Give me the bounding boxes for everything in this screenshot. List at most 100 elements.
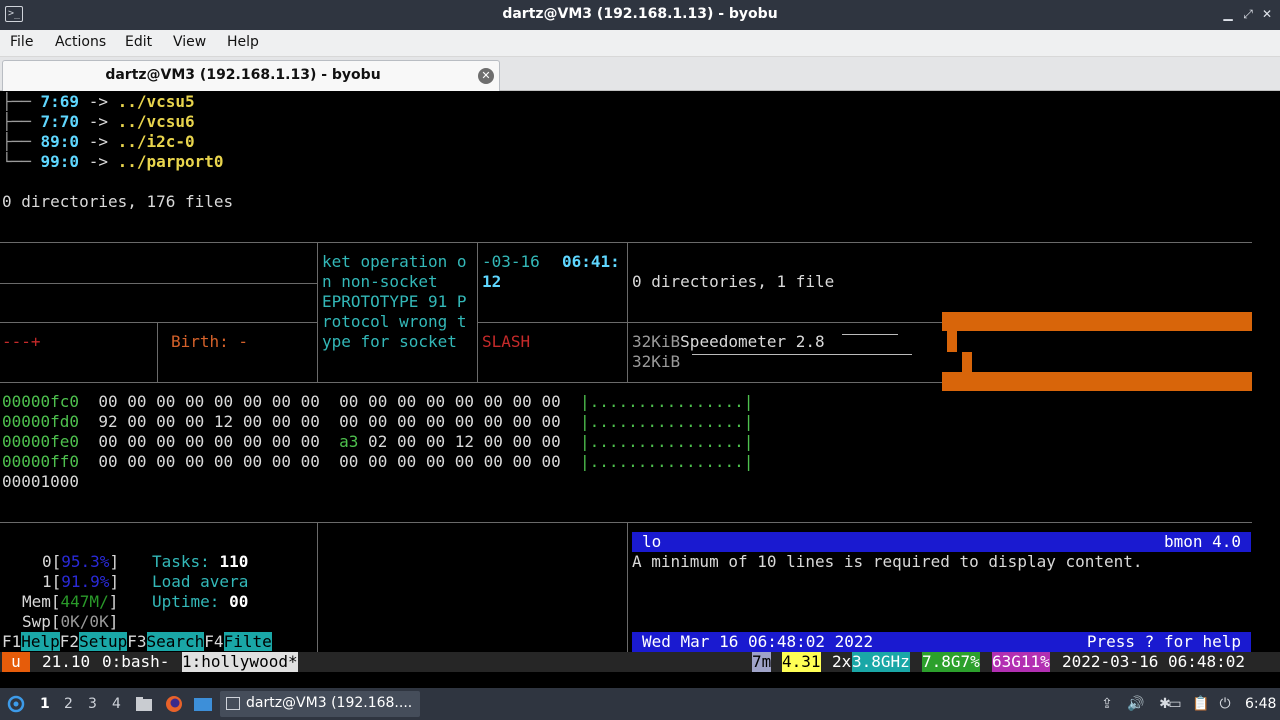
- mem-badge: 7.8G7%: [922, 652, 980, 672]
- pane-divider: [157, 322, 158, 382]
- menu-file[interactable]: File: [10, 34, 33, 50]
- pane-divider: [317, 242, 318, 382]
- byobu-status-bar: u 21.10 0:bash- 1:hollywood* 7m 4.31 2x …: [0, 652, 1280, 672]
- bmon-version: bmon 4.0: [1163, 532, 1241, 551]
- hex-row: 00000fe0 00 00 00 00 00 00 00 00 a3 02 0…: [2, 432, 754, 451]
- pane-divider: [0, 322, 318, 323]
- window-0[interactable]: 0:bash-: [102, 652, 169, 672]
- maximize-icon[interactable]: ⤢: [1240, 6, 1256, 22]
- taskbar-terminal-window[interactable]: dartz@VM3 (192.168....: [220, 691, 420, 717]
- htop-swp: Swp[0K/0K]: [22, 612, 119, 631]
- pane-divider: [0, 382, 942, 383]
- clock[interactable]: 6:48: [1245, 696, 1276, 712]
- pane-divider: [0, 522, 1252, 523]
- htop-fkeys: F1HelpF2SetupF3SearchF4Filte: [2, 632, 272, 652]
- htop-load: Load avera: [152, 572, 249, 591]
- bmon-footer: Wed Mar 16 06:48:02 2022 Press ? for hel…: [632, 632, 1251, 652]
- tab-bar: dartz@VM3 (192.168.1.13) - byobu ✕: [0, 57, 1280, 91]
- tab-session[interactable]: dartz@VM3 (192.168.1.13) - byobu ✕: [2, 60, 500, 91]
- error-line: ket operation o: [322, 252, 467, 271]
- time-fragment-2: 12: [482, 272, 502, 291]
- workspace-3[interactable]: 3: [88, 696, 97, 712]
- htop-tasks: Tasks: 110: [152, 552, 249, 571]
- time-fragment: 06:41:: [562, 252, 620, 271]
- speedometer-line: 32KiBSpeedometer 2.8: [632, 332, 825, 351]
- pane-divider: [0, 283, 318, 284]
- tab-label: dartz@VM3 (192.168.1.13) - byobu: [105, 67, 381, 83]
- terminal[interactable]: ├── 7:69 -> ../vcsu5 ├── 7:70 -> ../vcsu…: [0, 92, 1280, 652]
- pane-divider: [627, 242, 628, 382]
- file-manager-icon[interactable]: [134, 695, 154, 713]
- upload-icon[interactable]: ⇪: [1098, 695, 1116, 713]
- bmon-message: A minimum of 10 lines is required to dis…: [632, 552, 1143, 571]
- window-1[interactable]: 1:hollywood*: [182, 652, 298, 672]
- menu-help[interactable]: Help: [227, 34, 259, 50]
- fkey-f1[interactable]: F1Help: [2, 632, 60, 651]
- cpu-count: 2x: [832, 652, 852, 671]
- menu-actions[interactable]: Actions: [55, 34, 106, 50]
- pane-divider: [477, 242, 478, 382]
- htop-cpu0: 0[95.3%]: [42, 552, 120, 571]
- fkey-f2[interactable]: F2Setup: [60, 632, 128, 651]
- birth-text: Birth: -: [171, 332, 249, 351]
- release-version: 21.10: [42, 652, 91, 671]
- ubuntu-logo: u: [2, 652, 30, 672]
- dir-summary: 0 directories, 1 file: [632, 272, 835, 291]
- close-icon[interactable]: ✕: [1259, 6, 1275, 22]
- load-badge: 4.31: [782, 652, 821, 672]
- bmon-header: lo bmon 4.0: [632, 532, 1251, 552]
- menu-edit[interactable]: Edit: [125, 34, 152, 50]
- htop-mem: Mem[447M/]: [22, 592, 119, 611]
- window-title: dartz@VM3 (192.168.1.13) - byobu: [502, 6, 778, 22]
- terminal-icon: [226, 697, 240, 710]
- orange-bar-bottom: [942, 372, 1252, 391]
- tree-line: └── 99:0 -> ../parport0: [2, 152, 224, 171]
- htop-uptime: Uptime: 00: [152, 592, 249, 611]
- bmon-datetime: Wed Mar 16 06:48:02 2022: [642, 632, 874, 651]
- bmon-help: Press ? for help: [1086, 632, 1241, 651]
- perm-text: ---+: [2, 332, 41, 351]
- pane-divider: [478, 322, 942, 323]
- window-titlebar[interactable]: >_ dartz@VM3 (192.168.1.13) - byobu ▁ ⤢ …: [0, 0, 1280, 30]
- volume-icon[interactable]: 🔊: [1127, 695, 1145, 713]
- pane-divider: [0, 242, 1252, 243]
- tree-line: ├── 7:70 -> ../vcsu6: [2, 112, 195, 131]
- menu-bar: File Actions Edit View Help: [0, 30, 1280, 57]
- orange-bar-stub: [962, 352, 972, 372]
- error-line: ype for socket: [322, 332, 457, 351]
- cpu-freq-badge: 3.8GHz: [852, 652, 910, 672]
- firefox-icon[interactable]: [164, 695, 184, 713]
- workspace-2[interactable]: 2: [64, 696, 73, 712]
- tree-line: ├── 89:0 -> ../i2c-0: [2, 132, 195, 151]
- status-datetime: 2022-03-16 06:48:02: [1062, 652, 1246, 671]
- error-line: rotocol wrong t: [322, 312, 467, 331]
- uptime-badge: 7m: [752, 652, 772, 672]
- fkey-f3[interactable]: F3Search: [127, 632, 205, 651]
- start-menu-icon[interactable]: [6, 695, 26, 713]
- fkey-f4[interactable]: F4Filte: [204, 632, 272, 651]
- desktop-icon[interactable]: [193, 695, 213, 713]
- clipboard-icon[interactable]: 📋: [1192, 695, 1210, 713]
- orange-bar-stub: [947, 331, 957, 352]
- tree-summary: 0 directories, 176 files: [2, 192, 234, 211]
- speedometer-graph-line: [692, 354, 912, 355]
- menu-view[interactable]: View: [173, 34, 206, 50]
- slash-text: SLASH: [482, 332, 531, 351]
- speedometer-kib: 32KiB: [632, 352, 681, 371]
- minimize-icon[interactable]: ▁: [1220, 6, 1236, 22]
- hex-end: 00001000: [2, 472, 80, 491]
- workspace-4[interactable]: 4: [112, 696, 121, 712]
- speedometer-graph-line: [842, 334, 898, 335]
- date-fragment: -03-16: [482, 252, 540, 271]
- pane-divider: [627, 522, 628, 652]
- power-icon[interactable]: ⏻: [1216, 695, 1234, 713]
- workspace-1[interactable]: 1: [40, 696, 50, 712]
- hex-row: 00000fd0 92 00 00 00 12 00 00 00 00 00 0…: [2, 412, 754, 431]
- hex-row: 00000fc0 00 00 00 00 00 00 00 00 00 00 0…: [2, 392, 754, 411]
- screen-icon[interactable]: ▭: [1166, 695, 1184, 713]
- tab-close-icon[interactable]: ✕: [478, 68, 494, 84]
- error-line: n non-socket: [322, 272, 438, 291]
- hex-row: 00000ff0 00 00 00 00 00 00 00 00 00 00 0…: [2, 452, 754, 471]
- error-line: EPROTOTYPE 91 P: [322, 292, 467, 311]
- tree-line: ├── 7:69 -> ../vcsu5: [2, 92, 195, 111]
